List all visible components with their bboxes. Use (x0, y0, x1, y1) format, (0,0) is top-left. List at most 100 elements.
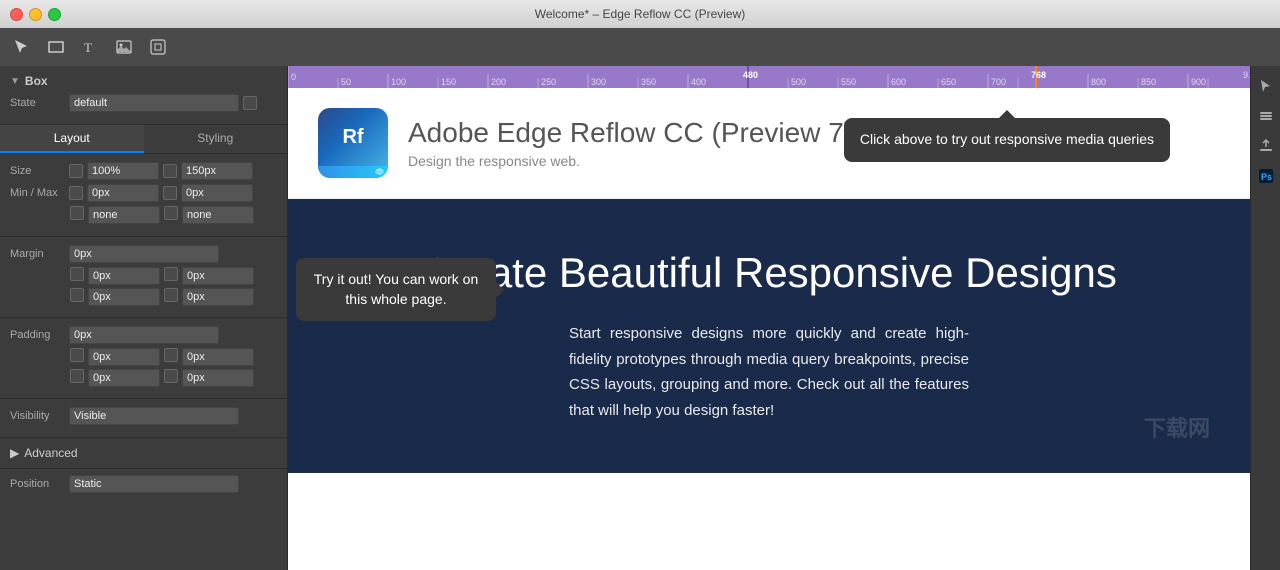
state-icon[interactable] (243, 96, 257, 110)
svg-text:550: 550 (841, 77, 856, 87)
minmax-w-icon (69, 186, 83, 200)
left-panel: ▼ Box State default Layout Styling Size (0, 66, 288, 570)
margin-row3 (70, 288, 277, 306)
tab-styling[interactable]: Styling (144, 125, 288, 153)
svg-text:150: 150 (441, 77, 456, 87)
app-title-area: Adobe Edge Reflow CC (Preview 7) Design … (408, 117, 853, 169)
margin-top-input[interactable] (69, 245, 219, 263)
size-section: Size Min / Max (0, 154, 287, 237)
svg-text:T: T (84, 40, 92, 55)
minmax-none1-input[interactable] (88, 206, 160, 224)
svg-text:768: 768 (1031, 70, 1046, 80)
margin-left-icon (70, 267, 84, 281)
logo-stripe: 👁 (318, 166, 388, 178)
text-tool[interactable]: T (76, 33, 104, 61)
minmax-none2-icon (164, 206, 178, 220)
rectangle-tool[interactable] (42, 33, 70, 61)
layers-icon[interactable] (1254, 104, 1278, 128)
size-height-input[interactable] (181, 162, 253, 180)
box-section: ▼ Box State default (0, 66, 287, 125)
minmax-label: Min / Max (10, 187, 65, 199)
window-title: Welcome* – Edge Reflow CC (Preview) (535, 7, 746, 21)
canvas-main[interactable]: Rf 👁 Adobe Edge Reflow CC (Preview 7) De… (288, 88, 1250, 570)
tab-layout[interactable]: Layout (0, 125, 144, 153)
maximize-button[interactable] (48, 8, 61, 21)
image-tool[interactable] (110, 33, 138, 61)
svg-text:9...: 9... (1243, 70, 1250, 80)
svg-text:480: 480 (743, 70, 758, 80)
svg-text:400: 400 (691, 77, 706, 87)
margin-label: Margin (10, 248, 65, 260)
minmax-h-icon (163, 186, 177, 200)
minmax-h-input[interactable] (181, 184, 253, 202)
box-section-header[interactable]: ▼ Box (10, 74, 277, 88)
app-subtitle: Design the responsive web. (408, 153, 853, 169)
margin-right-icon (164, 267, 178, 281)
visibility-section: Visibility Visible Hidden (0, 399, 287, 438)
padding-top-input[interactable] (69, 326, 219, 344)
cursor-icon[interactable] (1254, 74, 1278, 98)
margin-br-input[interactable] (182, 288, 254, 306)
advanced-arrow-icon: ▶ (10, 446, 19, 460)
tooltip-work-page: Try it out! You can work on this whole p… (296, 258, 496, 321)
padding-left-input[interactable] (88, 348, 160, 366)
position-select[interactable]: Static Relative Absolute (69, 475, 239, 493)
svg-text:50: 50 (341, 77, 351, 87)
margin-bottom-input[interactable] (88, 288, 160, 306)
padding-bl-icon (70, 369, 84, 383)
state-row: State default (10, 94, 277, 112)
main-area: ▼ Box State default Layout Styling Size (0, 66, 1280, 570)
minmax-row2 (70, 206, 277, 224)
logo-text: Rf (342, 126, 363, 149)
state-select[interactable]: default (69, 94, 239, 112)
canvas-content: Rf 👁 Adobe Edge Reflow CC (Preview 7) De… (288, 88, 1250, 570)
upload-icon[interactable] (1254, 134, 1278, 158)
box-section-label: Box (25, 74, 48, 88)
photoshop-icon[interactable]: Ps (1254, 164, 1278, 188)
svg-text:250: 250 (541, 77, 556, 87)
minimize-button[interactable] (29, 8, 42, 21)
padding-row1: Padding (10, 326, 277, 344)
position-label: Position (10, 478, 65, 490)
toolbar: T (0, 28, 1280, 66)
size-width-icon (69, 164, 83, 178)
svg-text:700: 700 (991, 77, 1006, 87)
app-logo: Rf 👁 (318, 108, 388, 178)
padding-row3 (70, 369, 277, 387)
svg-text:300: 300 (591, 77, 606, 87)
size-width-input[interactable] (87, 162, 159, 180)
window-controls[interactable] (10, 8, 61, 21)
padding-br-input[interactable] (182, 369, 254, 387)
watermark: 下载网 (1144, 411, 1210, 443)
margin-row1: Margin (10, 245, 277, 263)
padding-right-icon (164, 348, 178, 362)
svg-text:0: 0 (291, 72, 296, 82)
close-button[interactable] (10, 8, 23, 21)
padding-bottom-input[interactable] (88, 369, 160, 387)
frame-tool[interactable] (144, 33, 172, 61)
svg-text:Ps: Ps (1261, 172, 1272, 182)
position-row: Position Static Relative Absolute (0, 469, 287, 499)
padding-right-input[interactable] (182, 348, 254, 366)
padding-br-icon (164, 369, 178, 383)
advanced-label: Advanced (24, 446, 77, 460)
title-bar: Welcome* – Edge Reflow CC (Preview) (0, 0, 1280, 28)
state-label: State (10, 97, 65, 109)
minmax-none2-input[interactable] (182, 206, 254, 224)
svg-text:650: 650 (941, 77, 956, 87)
minmax-none1-icon (70, 206, 84, 220)
minmax-w-input[interactable] (87, 184, 159, 202)
margin-section: Margin (0, 237, 287, 318)
ruler: 0 50 100 150 200 250 300 350 400 480 (288, 66, 1250, 88)
margin-left-input[interactable] (88, 267, 160, 285)
svg-text:350: 350 (641, 77, 656, 87)
padding-left-icon (70, 348, 84, 362)
margin-right-input[interactable] (182, 267, 254, 285)
minmax-row1: Min / Max (10, 184, 277, 202)
visibility-select[interactable]: Visible Hidden (69, 407, 239, 425)
select-tool[interactable] (8, 33, 36, 61)
margin-row2 (70, 267, 277, 285)
padding-row2 (70, 348, 277, 366)
visibility-label: Visibility (10, 410, 65, 422)
advanced-section[interactable]: ▶ Advanced (0, 438, 287, 469)
